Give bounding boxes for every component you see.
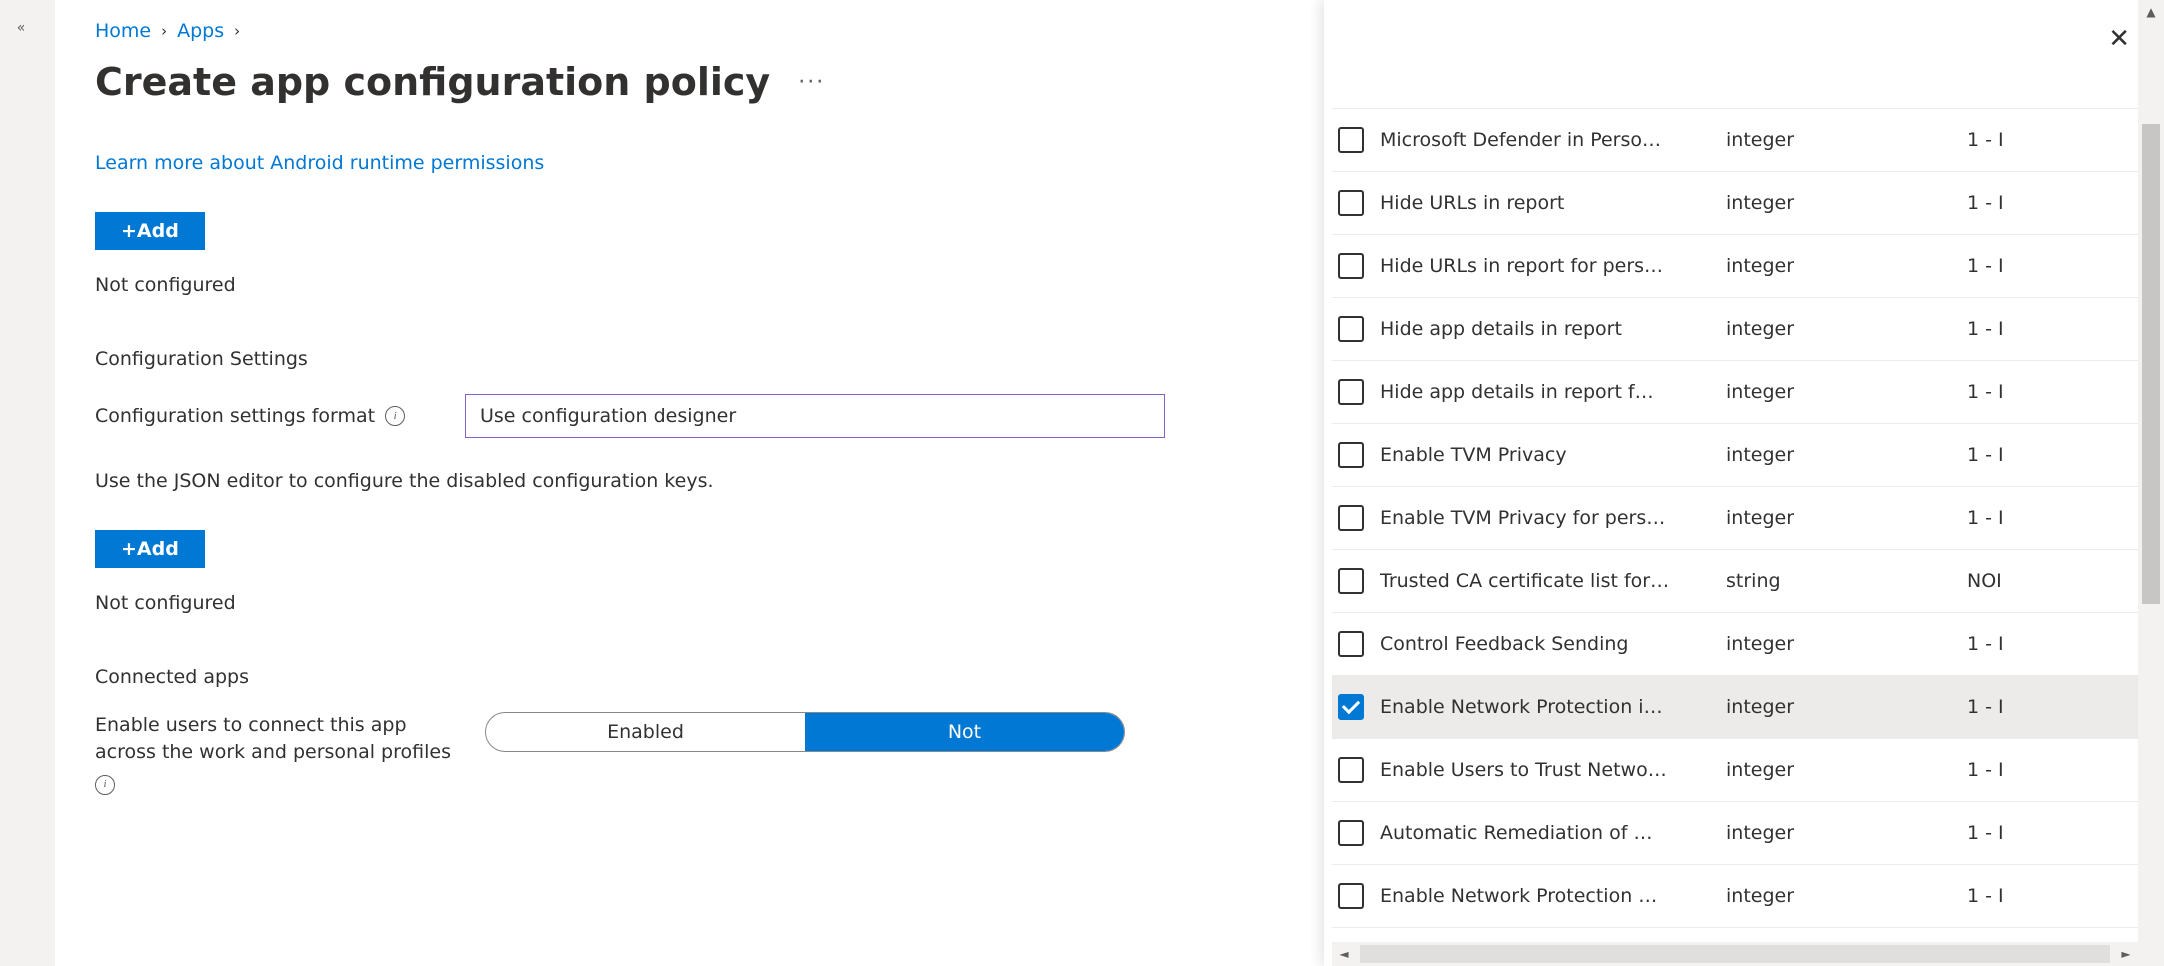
- row-checkbox[interactable]: [1338, 694, 1364, 720]
- info-icon[interactable]: i: [385, 406, 405, 426]
- config-key-name: Hide app details in report: [1380, 318, 1710, 340]
- nav-rail: «: [0, 0, 42, 966]
- config-key-row[interactable]: Automatic Remediation of … integer 1 - I: [1332, 802, 2164, 865]
- config-key-name: Hide app details in report f…: [1380, 381, 1710, 403]
- page-title: Create app configuration policy: [95, 60, 770, 104]
- config-key-value: 1 - I: [1967, 633, 2158, 655]
- config-key-value: 1 - I: [1967, 444, 2158, 466]
- toggle-enabled[interactable]: Enabled: [486, 713, 805, 751]
- config-key-name: Hide URLs in report for pers…: [1380, 255, 1710, 277]
- row-checkbox[interactable]: [1338, 253, 1364, 279]
- config-key-row[interactable]: Hide app details in report integer 1 - I: [1332, 298, 2164, 361]
- config-key-value: NOI: [1967, 570, 2158, 592]
- breadcrumb-home[interactable]: Home: [95, 20, 151, 42]
- config-format-label: Configuration settings format i: [95, 405, 465, 427]
- config-key-name: Automatic Remediation of …: [1380, 822, 1710, 844]
- config-key-name: Enable Network Protection i…: [1380, 696, 1710, 718]
- config-key-name: Enable Users to Trust Netwo…: [1380, 759, 1710, 781]
- horizontal-scrollbar[interactable]: ◄ ►: [1332, 942, 2138, 966]
- config-key-value: 1 - I: [1967, 696, 2158, 718]
- row-checkbox[interactable]: [1338, 568, 1364, 594]
- config-key-value: 1 - I: [1967, 381, 2158, 403]
- config-key-type: integer: [1726, 696, 1951, 718]
- more-actions-icon[interactable]: ···: [798, 70, 825, 95]
- add-permission-button[interactable]: +Add: [95, 212, 205, 250]
- config-key-value: 1 - I: [1967, 318, 2158, 340]
- connected-apps-description: Enable users to connect this app across …: [95, 712, 465, 795]
- config-key-row[interactable]: Trusted CA certificate list for… string NO…: [1332, 550, 2164, 613]
- config-key-row[interactable]: Microsoft Defender in Perso… integer 1 - I: [1332, 109, 2164, 172]
- collapse-nav-icon[interactable]: «: [17, 20, 26, 966]
- config-key-value: 1 - I: [1967, 885, 2158, 907]
- config-key-value: 1 - I: [1967, 822, 2158, 844]
- add-config-key-button[interactable]: +Add: [95, 530, 205, 568]
- config-key-type: integer: [1726, 318, 1951, 340]
- config-key-row[interactable]: Enable Network Protection … integer 1 - I: [1332, 865, 2164, 928]
- row-checkbox[interactable]: [1338, 379, 1364, 405]
- row-checkbox[interactable]: [1338, 442, 1364, 468]
- config-key-type: integer: [1726, 507, 1951, 529]
- row-checkbox[interactable]: [1338, 505, 1364, 531]
- config-key-row[interactable]: Hide URLs in report integer 1 - I: [1332, 172, 2164, 235]
- config-key-name: Enable TVM Privacy for pers…: [1380, 507, 1710, 529]
- config-key-row[interactable]: Control Feedback Sending integer 1 - I: [1332, 613, 2164, 676]
- config-key-value: 1 - I: [1967, 255, 2158, 277]
- config-key-value: 1 - I: [1967, 192, 2158, 214]
- row-checkbox[interactable]: [1338, 316, 1364, 342]
- config-key-value: 1 - I: [1967, 129, 2158, 151]
- config-key-type: integer: [1726, 129, 1951, 151]
- config-key-type: integer: [1726, 633, 1951, 655]
- config-key-type: integer: [1726, 192, 1951, 214]
- config-key-row[interactable]: Enable Network Protection i… integer 1 - I: [1332, 676, 2164, 739]
- scroll-left-icon[interactable]: ◄: [1332, 942, 1356, 966]
- config-key-type: integer: [1726, 444, 1951, 466]
- config-key-type: integer: [1726, 822, 1951, 844]
- config-keys-panel: ✕ Microsoft Defender in Perso…integer1 -…: [1324, 0, 2164, 966]
- config-key-name: Enable Network Protection …: [1380, 885, 1710, 907]
- vertical-scrollbar[interactable]: ▲: [2138, 0, 2164, 966]
- config-key-row[interactable]: Enable TVM Privacy for pers… integer 1 - I: [1332, 487, 2164, 550]
- config-key-type: integer: [1726, 255, 1951, 277]
- scroll-right-icon[interactable]: ►: [2114, 942, 2138, 966]
- config-key-row[interactable]: Hide URLs in report for pers… integer 1 - …: [1332, 235, 2164, 298]
- config-key-row[interactable]: Hide app details in report f… integer 1 - …: [1332, 361, 2164, 424]
- config-keys-grid: Microsoft Defender in Perso… integer 1 - I…: [1332, 108, 2164, 928]
- config-key-row[interactable]: Enable TVM Privacy integer 1 - I: [1332, 424, 2164, 487]
- config-format-select[interactable]: Use configuration designer: [465, 394, 1165, 438]
- config-key-value: 1 - I: [1967, 759, 2158, 781]
- config-key-value: 1 - I: [1967, 507, 2158, 529]
- config-key-name: Microsoft Defender in Perso…: [1380, 129, 1710, 151]
- config-key-row[interactable]: Enable Users to Trust Netwo… integer 1 - I: [1332, 739, 2164, 802]
- config-key-type: integer: [1726, 381, 1951, 403]
- connected-apps-toggle[interactable]: Enabled Not: [485, 712, 1125, 752]
- chevron-right-icon: ›: [161, 22, 167, 40]
- row-checkbox[interactable]: [1338, 820, 1364, 846]
- config-key-name: Hide URLs in report: [1380, 192, 1710, 214]
- config-key-type: integer: [1726, 759, 1951, 781]
- config-key-name: Control Feedback Sending: [1380, 633, 1710, 655]
- row-checkbox[interactable]: [1338, 127, 1364, 153]
- info-icon[interactable]: i: [95, 775, 115, 795]
- toggle-not-configured[interactable]: Not: [805, 713, 1124, 751]
- row-checkbox[interactable]: [1338, 631, 1364, 657]
- scroll-up-icon[interactable]: ▲: [2139, 0, 2163, 24]
- config-key-type: integer: [1726, 885, 1951, 907]
- row-checkbox[interactable]: [1338, 883, 1364, 909]
- row-checkbox[interactable]: [1338, 757, 1364, 783]
- chevron-right-icon: ›: [234, 22, 240, 40]
- row-checkbox[interactable]: [1338, 190, 1364, 216]
- config-key-type: string: [1726, 570, 1951, 592]
- breadcrumb-apps[interactable]: Apps: [177, 20, 224, 42]
- config-key-name: Trusted CA certificate list for…: [1380, 570, 1710, 592]
- config-key-name: Enable TVM Privacy: [1380, 444, 1710, 466]
